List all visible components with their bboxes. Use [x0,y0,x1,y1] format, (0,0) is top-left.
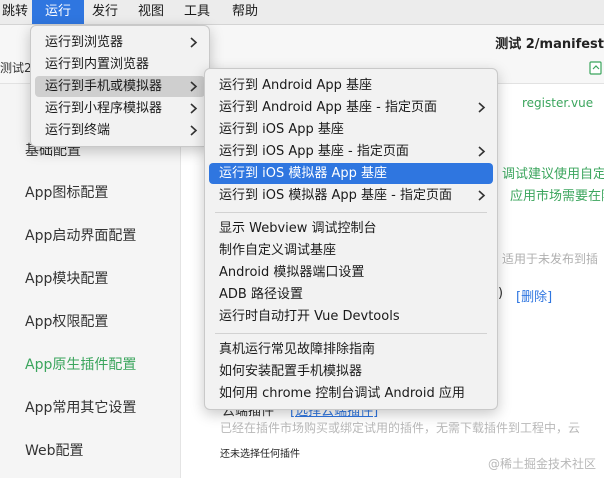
menu-item-ios-simulator-base[interactable]: 运行到 iOS 模拟器 App 基座 [209,163,493,184]
menu-item-ios-base[interactable]: 运行到 iOS App 基座 [209,119,493,140]
menu-item-label: 运行到 iOS 模拟器 App 基座 - 指定页面 [219,188,452,203]
menu-divider [215,333,487,334]
menu-tools[interactable]: 工具 [178,0,216,24]
menu-item-label: 制作自定义调试基座 [219,243,337,258]
menu-item-run-terminal[interactable]: 运行到终端 [35,120,205,141]
menu-item-install-emulator[interactable]: 如何安装配置手机模拟器 [209,361,493,382]
no-plugin-text: 还未选择任何插件 [220,449,300,460]
menu-item-troubleshoot-guide[interactable]: 真机运行常见故障排除指南 [209,339,493,360]
menu-item-label: 运行到终端 [45,123,111,138]
editor-file-register[interactable]: register.vue [522,96,593,110]
menu-item-run-miniprogram[interactable]: 运行到小程序模拟器 [35,98,205,119]
menu-item-ios-simulator-base-page[interactable]: 运行到 iOS 模拟器 App 基座 - 指定页面 [209,185,493,206]
menu-item-label: 运行到内置浏览器 [45,57,150,72]
chevron-right-icon [190,81,198,92]
chevron-right-icon [478,190,486,201]
menu-item-label: 运行到浏览器 [45,35,124,50]
menu-publish[interactable]: 发行 [86,0,124,24]
menu-run[interactable]: 运行 [32,0,84,24]
cloud-plugin-hint: 已经在插件市场购买或绑定试用的插件，无需下载插件到工程中，云 [220,421,581,435]
sidebar-item-web[interactable]: Web配置 [25,440,84,460]
menu-item-android-base-page[interactable]: 运行到 Android App 基座 - 指定页面 [209,97,493,118]
sidebar-item-app-splash[interactable]: App启动界面配置 [25,225,136,245]
menu-item-label: 运行到 iOS 模拟器 App 基座 [219,166,388,181]
menu-item-label: 如何安装配置手机模拟器 [219,364,363,379]
chevron-right-icon [478,102,486,113]
chevron-right-icon [190,125,198,136]
content-line-3: 适用于未发布到插 [502,252,599,266]
menu-item-label: 运行到手机或模拟器 [45,79,163,94]
content-paren: ) [498,286,504,301]
chevron-right-icon [478,146,486,157]
menubar: 跳转 运行 发行 视图 工具 帮助 [0,0,604,25]
watermark: @稀土掘金技术社区 [487,457,596,471]
menu-item-chrome-debug-android[interactable]: 如何用 chrome 控制台调试 Android 应用 [209,383,493,404]
menu-item-adb-path[interactable]: ADB 路径设置 [209,284,493,305]
file-icon[interactable] [588,60,604,76]
menu-item-label: 显示 Webview 调试控制台 [219,221,377,236]
menu-jump[interactable]: 跳转 [0,0,30,24]
menu-item-label: 运行到 Android App 基座 - 指定页面 [219,100,438,115]
menu-item-label: 运行到 iOS App 基座 [219,122,344,137]
sidebar-item-app-icon[interactable]: App图标配置 [25,182,108,202]
run-menu: 运行到浏览器 运行到内置浏览器 运行到手机或模拟器 运行到小程序模拟器 运行到终… [30,25,210,147]
sidebar-item-app-permissions[interactable]: App权限配置 [25,311,108,331]
menu-view[interactable]: 视图 [132,0,170,24]
sidebar-item-app-other[interactable]: App常用其它设置 [25,397,136,417]
content-line-1: 调试建议使用自定 [502,167,604,182]
menu-help[interactable]: 帮助 [226,0,264,24]
menu-item-run-builtin-browser[interactable]: 运行到内置浏览器 [35,54,205,75]
menu-item-label: 运行到 iOS App 基座 - 指定页面 [219,144,409,159]
tab-test2[interactable]: 测试2 [0,59,32,76]
menu-item-label: ADB 路径设置 [219,287,303,302]
device-submenu: 运行到 Android App 基座 运行到 Android App 基座 - … [204,68,498,410]
menu-item-label: 运行到小程序模拟器 [45,101,163,116]
menu-item-android-base[interactable]: 运行到 Android App 基座 [209,75,493,96]
menu-item-run-device[interactable]: 运行到手机或模拟器 [35,76,205,97]
menu-item-label: Android 模拟器端口设置 [219,265,365,280]
menu-item-ios-base-page[interactable]: 运行到 iOS App 基座 - 指定页面 [209,141,493,162]
menu-item-custom-base[interactable]: 制作自定义调试基座 [209,240,493,261]
menu-item-label: 运行时自动打开 Vue Devtools [219,309,400,324]
menu-item-label: 运行到 Android App 基座 [219,78,373,93]
sidebar-item-app-modules[interactable]: App模块配置 [25,268,108,288]
menu-item-android-emulator-port[interactable]: Android 模拟器端口设置 [209,262,493,283]
menu-item-vue-devtools[interactable]: 运行时自动打开 Vue Devtools [209,306,493,327]
menu-item-webview-console[interactable]: 显示 Webview 调试控制台 [209,218,493,239]
chevron-right-icon [190,103,198,114]
menu-item-label: 如何用 chrome 控制台调试 Android 应用 [219,386,465,401]
chevron-right-icon [190,37,198,48]
sidebar-item-native-plugins[interactable]: App原生插件配置 [25,354,136,374]
content-line-2: 应用市场需要在隐 [510,189,604,204]
menu-divider [215,212,487,213]
delete-link[interactable]: [删除] [516,286,552,305]
menu-item-run-browser[interactable]: 运行到浏览器 [35,32,205,53]
editor-title-path: 测试 2/manifest [495,37,604,52]
menu-item-label: 真机运行常见故障排除指南 [219,342,376,357]
